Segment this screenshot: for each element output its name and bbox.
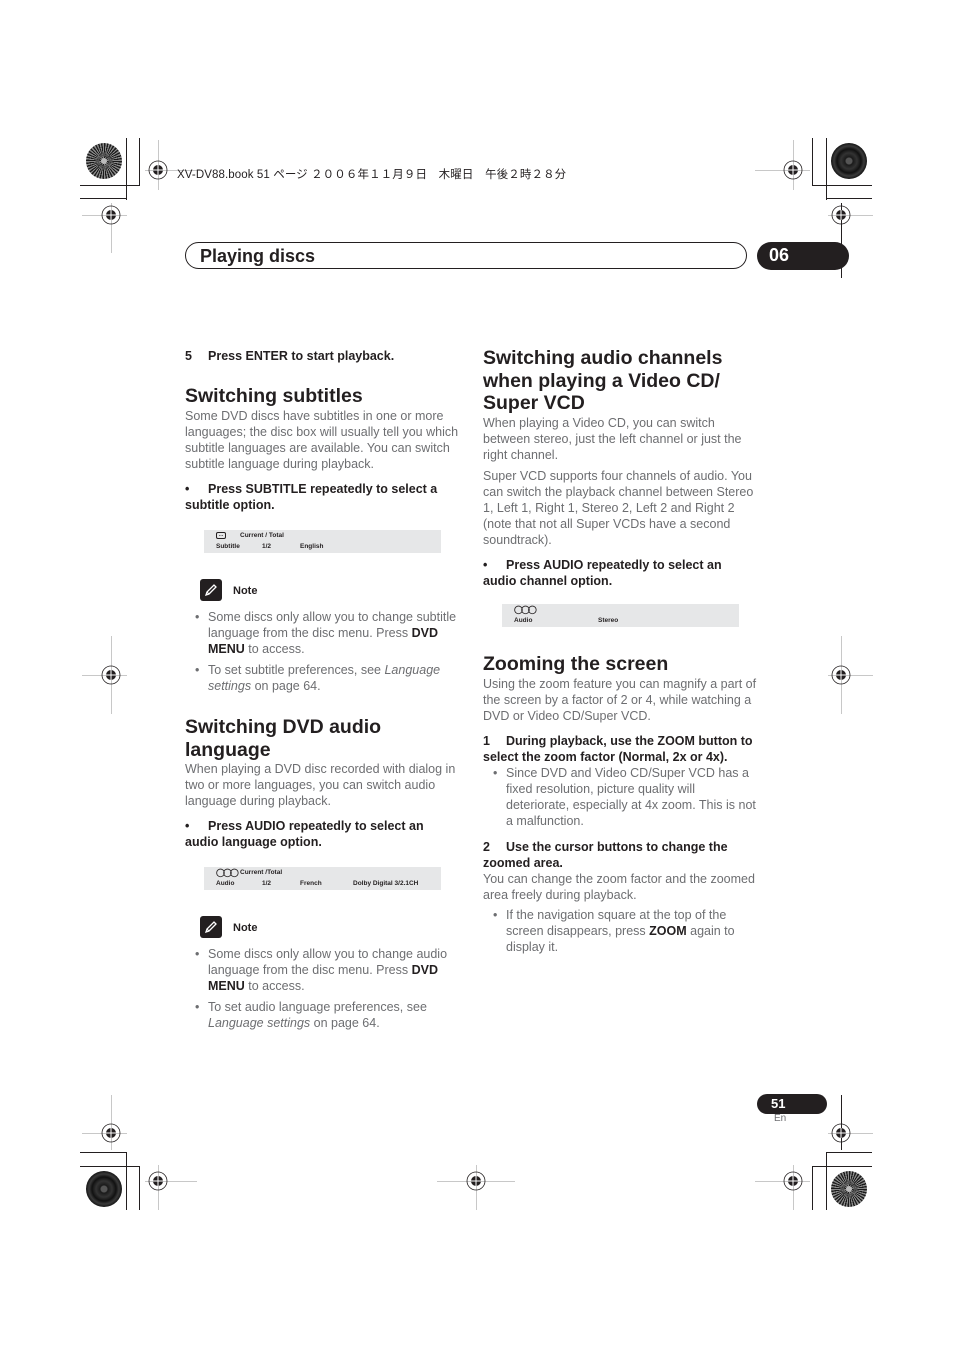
cross-reference-link: Language settings — [208, 1016, 311, 1030]
section-switching-dvd-audio-language: Switching DVD audio language When playin… — [185, 716, 460, 850]
section-body: When playing a DVD disc recorded with di… — [185, 762, 456, 808]
chapter-number: 06 — [757, 242, 849, 270]
section-switching-audio-channels: Switching audio channels when playing a … — [483, 347, 758, 589]
registration-mark-icon — [101, 1123, 121, 1143]
section-heading: Switching DVD audio language — [185, 716, 382, 761]
registration-mark-icon — [148, 160, 168, 180]
instruction: • Press AUDIO repeatedly to select an aud… — [185, 819, 424, 849]
step-1: 1 During playback, use the ZOOM button to… — [483, 733, 753, 764]
subtitle-icon: … — [216, 532, 226, 539]
step-1-bullet: • Since DVD and Video CD/Super VCD has a… — [493, 765, 756, 828]
registration-disc-icon — [86, 1171, 122, 1207]
instruction: • Press SUBTITLE repeatedly to select a s… — [185, 481, 438, 512]
note-item: • To set subtitle preferences, see Langu… — [195, 663, 441, 693]
registration-mark-icon — [783, 160, 803, 180]
step-5: 5 Press ENTER to start playback. — [185, 349, 395, 363]
note-pencil-icon — [200, 916, 222, 938]
registration-starburst-icon — [86, 143, 122, 179]
section-zooming-the-screen: Zooming the screen Using the zoom featur… — [483, 653, 758, 955]
chapter-title: Playing discs — [200, 246, 316, 266]
registration-starburst-icon — [831, 1171, 867, 1207]
osd-audio-channel-display: ◯◯◯ Audio Stereo — [502, 604, 739, 627]
section-body: Using the zoom feature you can magnify a… — [483, 676, 757, 723]
instruction: • Press AUDIO repeatedly to select an aud… — [483, 557, 722, 588]
registration-mark-icon — [101, 205, 121, 225]
section-body: When playing a Video CD, you can switch … — [483, 415, 742, 462]
section-heading: Zooming the screen — [483, 653, 669, 675]
note-label: Note — [233, 585, 258, 597]
registration-mark-icon — [466, 1171, 486, 1191]
step-2-body: You can change the zoom factor and the z… — [483, 871, 755, 902]
note-item: • To set audio language preferences, see… — [195, 1000, 427, 1030]
osd-audio-language-display: ◯◯◯ Current /Total Audio 1/2 French Dolb… — [204, 867, 441, 890]
section-heading: Switching audio channels when playing a … — [483, 347, 723, 414]
section-body: Super VCD supports four channels of audi… — [483, 468, 754, 547]
step-2-bullet: • If the navigation square at the top of… — [493, 907, 735, 954]
page-language: En — [774, 1113, 787, 1124]
section-heading: Switching subtitles — [185, 385, 363, 407]
note-item: • Some discs only allow you to change au… — [195, 947, 448, 993]
print-slug: XV-DV88.book 51 ページ ２００６年１１月９日 木曜日 午後２時２… — [177, 169, 567, 181]
registration-mark-icon — [831, 1123, 851, 1143]
section-switching-subtitles: Switching subtitles Some DVD discs have … — [185, 385, 460, 513]
registration-mark-icon — [783, 1171, 803, 1191]
chapter-header: Playing discs — [185, 242, 747, 269]
note-label: Note — [233, 922, 258, 934]
note-pencil-icon — [200, 579, 222, 601]
note-item: • Some discs only allow you to change su… — [195, 610, 457, 656]
registration-mark-icon — [101, 665, 121, 685]
step-2: 2 Use the cursor buttons to change the zo… — [483, 839, 728, 870]
osd-subtitle-display: … Current / Total Subtitle 1/2 English — [204, 530, 441, 553]
registration-mark-icon — [831, 665, 851, 685]
registration-mark-icon — [831, 205, 851, 225]
audio-icon: ◯◯◯ — [514, 605, 537, 614]
page-number: 51 — [757, 1094, 827, 1114]
registration-disc-icon — [831, 143, 867, 179]
registration-mark-icon — [148, 1171, 168, 1191]
audio-icon: ◯◯◯ — [216, 868, 239, 877]
section-body: Some DVD discs have subtitles in one or … — [185, 408, 459, 471]
